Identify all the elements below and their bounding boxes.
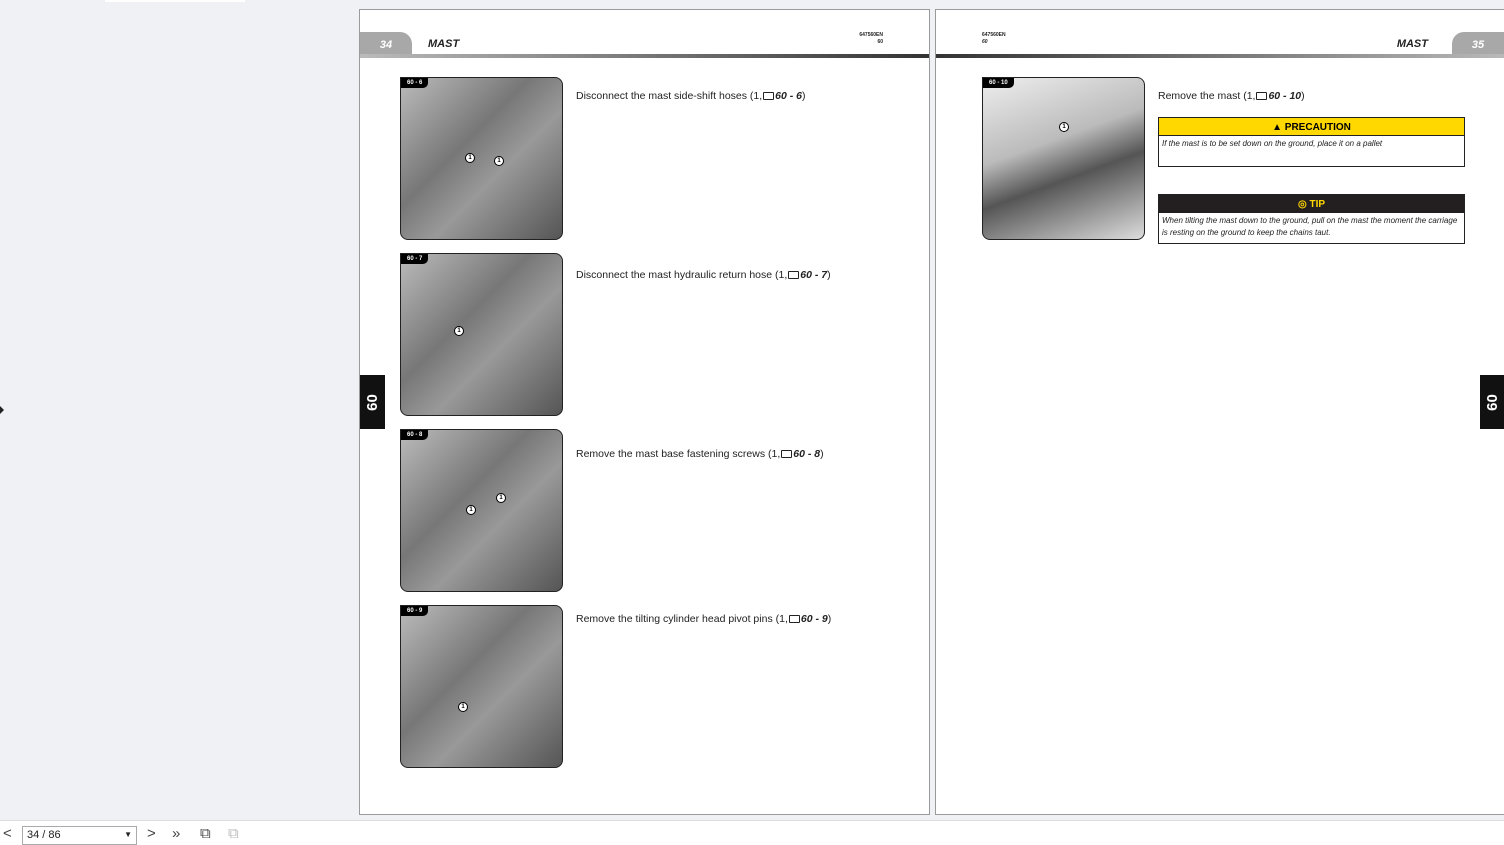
header-rule: [936, 54, 1504, 58]
warning-icon: ▲: [1272, 122, 1282, 133]
viewer-toolbar: < 34 / 86 ▼ > » ⧉ ⧉: [0, 820, 1504, 845]
step-text: Disconnect the mast hydraulic return hos…: [576, 269, 831, 281]
step-text: Disconnect the mast side-shift hoses (1,…: [576, 90, 806, 102]
page-number: 35: [1452, 32, 1504, 56]
page-number: 34: [360, 32, 412, 56]
doc-id: 647560EN 60: [859, 32, 883, 45]
camera-icon: [788, 271, 800, 279]
next-page-button[interactable]: >: [147, 825, 156, 842]
rotate-back-button[interactable]: ⧉: [228, 825, 239, 842]
header-rule: [360, 54, 929, 58]
page-selector[interactable]: 34 / 86 ▼: [22, 826, 137, 845]
tab-strip: [105, 0, 245, 2]
step-text: Remove the mast base fastening screws (1…: [576, 448, 824, 460]
camera-icon: [788, 615, 800, 623]
camera-icon: [781, 450, 793, 458]
step-text: Remove the tilting cylinder head pivot p…: [576, 613, 832, 625]
figure-60-10: 60 - 10 1: [982, 77, 1145, 240]
figure-60-7: 60 - 7 1: [400, 253, 563, 416]
doc-id: 647560EN 60: [982, 32, 1006, 45]
page-34: 34 MAST 647560EN 60 60 - 6 11 Disconnect …: [359, 9, 930, 815]
camera-icon: [1256, 92, 1268, 100]
section-tab: 60: [360, 375, 385, 429]
page-35: 647560EN 60 MAST 35 60 - 10 1 Remove the …: [935, 9, 1504, 815]
previous-page-button[interactable]: <: [3, 825, 12, 842]
precaution-box: ▲ PRECAUTION If the mast is to be set do…: [1158, 117, 1465, 167]
figure-60-8: 60 - 8 11: [400, 429, 563, 592]
figure-60-9: 60 - 9 1: [400, 605, 563, 768]
page-header-title: MAST: [428, 38, 460, 50]
step-text: Remove the mast (1, 60 - 10): [1158, 90, 1305, 102]
lightbulb-icon: ◎: [1297, 199, 1307, 210]
figure-60-6: 60 - 6 11: [400, 77, 563, 240]
sidebar-toggle-icon[interactable]: [0, 406, 4, 414]
last-page-button[interactable]: »: [172, 825, 180, 842]
section-tab: 60: [1480, 375, 1504, 429]
page-header-title: MAST: [1396, 38, 1428, 50]
chevron-down-icon: ▼: [124, 830, 132, 839]
camera-icon: [763, 92, 775, 100]
tip-box: ◎ TIP When tilting the mast down to the …: [1158, 194, 1465, 244]
rotate-page-button[interactable]: ⧉: [200, 825, 211, 842]
